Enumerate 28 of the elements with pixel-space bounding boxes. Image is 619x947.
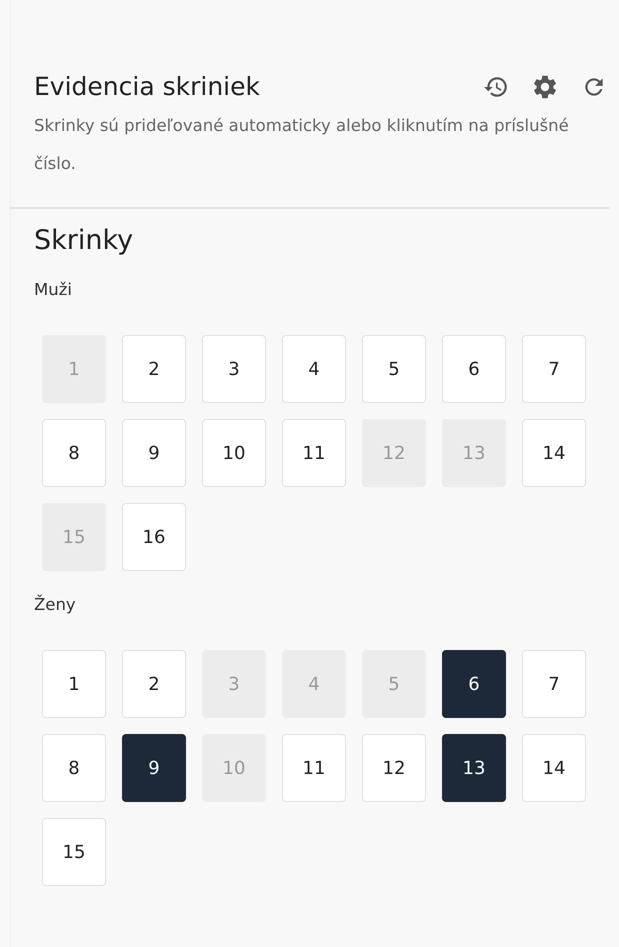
locker-button[interactable]: 16 <box>122 503 186 571</box>
locker-button[interactable]: 13 <box>442 734 506 802</box>
locker-button[interactable]: 15 <box>42 818 106 886</box>
locker-button[interactable]: 12 <box>362 734 426 802</box>
locker-button[interactable]: 11 <box>282 734 346 802</box>
locker-button[interactable]: 14 <box>522 734 586 802</box>
locker-button[interactable]: 5 <box>362 335 426 403</box>
locker-button[interactable]: 14 <box>522 419 586 487</box>
locker-button[interactable]: 7 <box>522 335 586 403</box>
locker-button[interactable]: 11 <box>282 419 346 487</box>
locker-button[interactable]: 2 <box>122 650 186 718</box>
locker-button[interactable]: 6 <box>442 650 506 718</box>
locker-button[interactable]: 7 <box>522 650 586 718</box>
group-label: Ženy <box>34 595 77 614</box>
locker-button[interactable]: 6 <box>442 335 506 403</box>
locker-button[interactable]: 2 <box>122 335 186 403</box>
description-text: Skrinky sú prideľované automaticky alebo kliknutím na príslušné číslo. <box>34 115 570 175</box>
locker-button[interactable]: 1 <box>42 650 106 718</box>
group-label: Muži <box>34 280 73 299</box>
page-title: Evidencia skriniek <box>34 72 260 101</box>
locker-button[interactable]: 9 <box>122 419 186 487</box>
locker-button[interactable]: 8 <box>42 419 106 487</box>
locker-button[interactable]: 10 <box>202 419 266 487</box>
locker-button[interactable]: 4 <box>282 335 346 403</box>
locker-button[interactable]: 3 <box>202 335 266 403</box>
section-title: Skrinky <box>34 225 134 256</box>
locker-button[interactable]: 9 <box>122 734 186 802</box>
locker-button[interactable]: 8 <box>42 734 106 802</box>
